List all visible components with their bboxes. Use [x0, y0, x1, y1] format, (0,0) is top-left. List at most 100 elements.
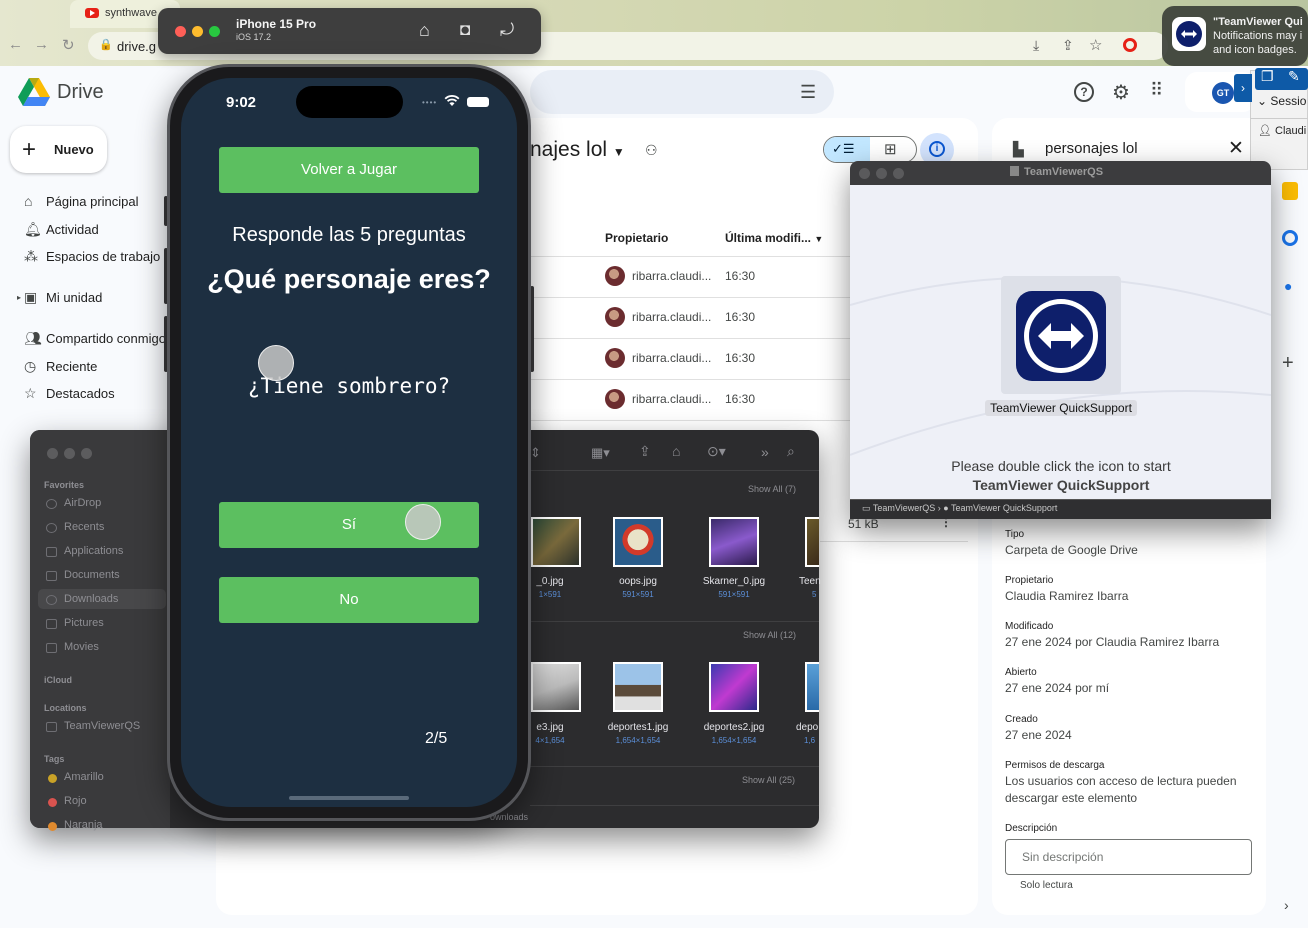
keep-icon[interactable] — [1282, 182, 1298, 200]
quiz-question: ¿Qué personaje eres? — [207, 264, 491, 294]
nav-label: Reciente — [46, 359, 98, 374]
sidebar-tag-amarillo[interactable]: Amarillo — [64, 771, 104, 783]
minimize-window-button[interactable] — [64, 448, 75, 459]
back-icon[interactable]: ← — [8, 36, 23, 53]
expand-caret-icon[interactable]: ▸ — [17, 293, 21, 302]
path-segment[interactable]: TeamViewer QuickSupport — [951, 503, 1057, 513]
minimize-window-button[interactable] — [876, 168, 887, 179]
share-icon[interactable]: ⇪ — [1062, 37, 1074, 54]
grid-view-icon[interactable]: ⊞ — [884, 140, 897, 158]
zoom-window-button[interactable] — [81, 448, 92, 459]
sidebar-tag-rojo[interactable]: Rojo — [64, 795, 87, 807]
nav-workspaces[interactable]: ⁂ Espacios de trabajo — [24, 248, 160, 268]
icloud-header: iCloud — [44, 675, 72, 685]
sidebar-item-pictures[interactable]: Pictures — [64, 617, 104, 629]
file-name[interactable]: deportes2.jpg — [684, 722, 784, 733]
sidebar-item-applications[interactable]: Applications — [64, 545, 123, 557]
column-modified[interactable]: Última modifi... ▼ — [725, 231, 823, 245]
home-indicator[interactable] — [289, 796, 409, 800]
install-icon[interactable]: ⤓ — [1033, 37, 1039, 54]
image-thumbnail[interactable] — [805, 517, 819, 567]
path-segment[interactable]: TeamViewerQS — [873, 503, 935, 513]
sidebar-item-recents[interactable]: Recents — [64, 521, 104, 533]
forward-icon[interactable]: → — [34, 36, 49, 53]
file-size: 51 kB — [848, 517, 879, 531]
apps-grid-icon[interactable]: ⠿ — [1150, 80, 1163, 101]
no-button[interactable]: No — [219, 577, 479, 623]
sidebar-tag-naranja[interactable]: Naranja — [64, 819, 103, 831]
panel-toggle-icon[interactable]: › — [1234, 74, 1252, 102]
show-all-link[interactable]: Show All (25) — [742, 775, 795, 785]
settings-gear-icon[interactable]: ⚙ — [1112, 80, 1130, 105]
close-icon[interactable]: ✕ — [1228, 137, 1244, 160]
search-icon[interactable]: ⌕ — [787, 443, 795, 460]
view-options-icon[interactable]: ▦▾ — [591, 445, 610, 461]
nav-home[interactable]: ⌂ Página principal — [24, 193, 139, 213]
file-name[interactable]: deportes1.jpg — [588, 722, 688, 733]
help-icon[interactable]: ? — [1074, 82, 1094, 102]
pin-icon[interactable]: ✎ — [1288, 68, 1300, 85]
nav-shared[interactable]: 👥︎ Compartido conmigo — [24, 330, 166, 350]
share-people-icon[interactable]: ⚇ — [645, 142, 658, 159]
url-text[interactable]: drive.g — [117, 39, 156, 54]
image-thumbnail[interactable] — [613, 662, 663, 712]
home-icon[interactable]: ⌂ — [419, 20, 430, 41]
image-thumbnail[interactable] — [709, 662, 759, 712]
file-name[interactable]: depo — [796, 722, 818, 733]
rotate-icon[interactable]: ⤾ — [500, 20, 514, 40]
account-avatar[interactable]: GT — [1212, 82, 1234, 104]
drive-logo-icon — [18, 78, 50, 106]
close-window-button[interactable] — [859, 168, 870, 179]
contacts-icon[interactable]: ● — [1284, 278, 1292, 294]
nav-label: Compartido conmigo — [46, 331, 166, 346]
image-thumbnail[interactable] — [709, 517, 759, 567]
copy-icon[interactable]: ❐ — [1261, 68, 1274, 85]
minimize-window-button[interactable] — [192, 26, 203, 37]
nav-my-drive[interactable]: ▣ Mi unidad — [24, 289, 102, 309]
session-label[interactable]: ⌄ Sessio — [1257, 94, 1306, 108]
screenshot-camera-icon[interactable]: ◘ — [460, 20, 470, 40]
file-dimensions: 5 — [812, 590, 817, 599]
close-window-button[interactable] — [47, 448, 58, 459]
sidebar-item-movies[interactable]: Movies — [64, 641, 99, 653]
teamviewer-app-label[interactable]: TeamViewer QuickSupport — [985, 400, 1137, 416]
more-options-icon[interactable]: ⊙▾ — [707, 443, 726, 460]
add-addon-icon[interactable]: + — [1282, 352, 1294, 375]
show-all-link[interactable]: Show All (12) — [743, 630, 796, 640]
more-toolbar-icon[interactable]: » — [761, 444, 769, 460]
share-icon[interactable]: ⇪ — [639, 443, 651, 460]
status-time: 9:02 — [226, 94, 257, 111]
file-name[interactable]: Teen — [799, 576, 821, 587]
close-window-button[interactable] — [175, 26, 186, 37]
opera-icon[interactable] — [1123, 38, 1137, 52]
tag-icon[interactable]: ⌂ — [672, 443, 680, 459]
image-thumbnail[interactable] — [531, 662, 581, 712]
image-thumbnail[interactable] — [613, 517, 663, 567]
folder-title[interactable]: najes lol ▼ — [530, 138, 625, 162]
image-thumbnail[interactable] — [805, 662, 819, 712]
sidebar-item-downloads[interactable]: Downloads — [64, 593, 118, 605]
zoom-window-button[interactable] — [209, 26, 220, 37]
nav-activity[interactable]: 🔔︎ Actividad — [24, 221, 99, 241]
search-options-icon[interactable]: ☰ — [800, 82, 816, 103]
file-name[interactable]: oops.jpg — [588, 576, 688, 587]
back-forward-icon[interactable]: ⇕ — [530, 445, 541, 461]
reload-icon[interactable]: ↻ — [62, 36, 75, 54]
search-bar[interactable] — [530, 70, 834, 114]
tasks-icon[interactable] — [1282, 230, 1298, 246]
column-owner[interactable]: Propietario — [605, 231, 668, 245]
zoom-window-button[interactable] — [893, 168, 904, 179]
file-name[interactable]: Skarner_0.jpg — [684, 576, 784, 587]
chevron-right-icon[interactable]: › — [1284, 897, 1289, 913]
nav-starred[interactable]: ☆ Destacados — [24, 385, 115, 405]
lock-icon[interactable]: 🔒 — [99, 38, 113, 51]
bookmark-star-icon[interactable]: ☆ — [1089, 36, 1102, 54]
sidebar-item-airdrop[interactable]: AirDrop — [64, 497, 101, 509]
sidebar-item-teamviewerqs[interactable]: TeamViewerQS — [64, 720, 140, 732]
nav-recent[interactable]: ◷ Reciente — [24, 358, 97, 378]
sidebar-item-documents[interactable]: Documents — [64, 569, 120, 581]
show-all-link[interactable]: Show All (7) — [748, 484, 796, 494]
image-thumbnail[interactable] — [531, 517, 581, 567]
replay-button[interactable]: Volver a Jugar — [219, 147, 479, 193]
quiz-subtitle: Responde las 5 preguntas — [232, 224, 466, 246]
